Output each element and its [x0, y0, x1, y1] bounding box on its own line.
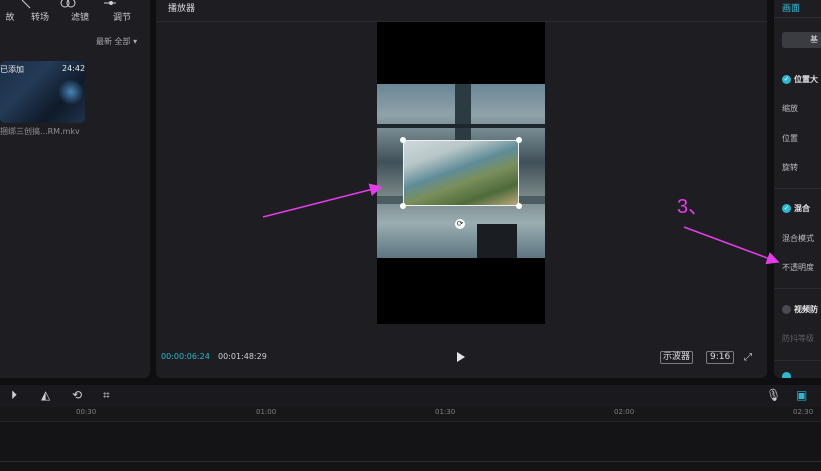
stabilize-checkbox[interactable] [782, 305, 791, 314]
tab-picture[interactable]: 画面 [782, 1, 800, 14]
media-panel: 故 转场 滤镜 调节 最新 全部 ▾ 已添加 24:42 捆绑三创搞...RM.… [0, 0, 150, 378]
video-detail [455, 84, 471, 144]
label-position: 位置 [782, 134, 798, 143]
clip-duration: 24:42 [62, 64, 86, 73]
next-section-checkbox[interactable] [782, 372, 791, 378]
label-opacity: 不透明度 [782, 263, 814, 272]
current-time: 00:00:06:24 [161, 352, 210, 361]
section-stabilize: 视频防 [794, 305, 818, 314]
section-blend: 混合 [794, 204, 810, 213]
video-detail [377, 124, 545, 128]
timeline-tick: 02:30 [793, 408, 814, 416]
adjust-icon [104, 1, 116, 5]
waveform-button[interactable]: 示波器 [660, 351, 694, 364]
label-scale: 缩放 [782, 104, 798, 113]
thumbnail-glow [58, 79, 84, 105]
filter-label[interactable]: 全部 [115, 37, 131, 46]
video-detail [477, 224, 517, 258]
total-time: 00:01:48:29 [218, 352, 267, 361]
mirror-icon[interactable]: ◭ [41, 388, 50, 402]
timeline-track-area[interactable] [0, 422, 821, 471]
chevron-down-icon: ▾ [133, 37, 138, 46]
auto-snap-icon[interactable]: ▣ [796, 388, 807, 402]
freeze-frame-icon[interactable]: ⏵ [11, 388, 17, 403]
tab-basic[interactable]: 基 [782, 32, 821, 48]
sort-label[interactable]: 最新 [96, 37, 112, 46]
timeline-tick: 01:00 [256, 408, 277, 416]
filter-icon [60, 0, 76, 8]
tool-adjust-label: 调节 [112, 13, 131, 23]
pip-overlay-video[interactable] [403, 140, 519, 206]
resize-handle[interactable] [516, 203, 522, 209]
resize-handle[interactable] [516, 137, 522, 143]
tool-filter-label: 滤镜 [70, 13, 89, 23]
section-position: 位置大 [794, 75, 818, 84]
clip-filename: 捆绑三创搞...RM.mkv [0, 127, 80, 136]
timeline-tick: 01:30 [435, 408, 456, 416]
play-button[interactable] [456, 351, 466, 363]
track-divider [0, 461, 821, 462]
tool-media-label: 故 [5, 13, 15, 23]
tool-transition[interactable]: 转场 [20, 0, 60, 23]
section-divider [774, 188, 821, 189]
label-stabilize-level: 防抖等级 [782, 334, 814, 343]
sort-filter-row[interactable]: 最新 全部 ▾ [96, 36, 137, 47]
blend-enabled-checkbox[interactable]: ✓ [782, 204, 791, 213]
fullscreen-icon[interactable]: ⤢ [744, 352, 752, 363]
player-panel: 播放器 ⟳ 00:00:06:24 00:01:48:29 示波器 9:16 ⤢ [156, 0, 767, 378]
section-divider [774, 360, 821, 361]
tool-filter[interactable]: 滤镜 [60, 0, 100, 23]
transition-icon [21, 0, 31, 9]
annotation-step-label: 3、 [677, 196, 709, 218]
resize-handle[interactable] [400, 203, 406, 209]
tool-transition-label: 转场 [30, 13, 49, 23]
resize-handle[interactable] [400, 137, 406, 143]
microphone-icon[interactable]: 🎙︎ [766, 388, 781, 402]
timeline-tick: 00:30 [76, 408, 97, 416]
timeline-toolbar [0, 385, 821, 407]
crop-icon[interactable]: ⌗ [103, 388, 110, 403]
aspect-ratio-button[interactable]: 9:16 [706, 351, 735, 364]
properties-panel: 画面 基 ✓ 位置大 缩放 位置 旋转 ✓ 混合 混合模式 不透明度 视频防 防… [774, 0, 821, 378]
label-blend-mode: 混合模式 [782, 234, 814, 243]
clip-added-badge: 已添加 [0, 65, 24, 74]
rotate-handle-icon[interactable]: ⟳ [455, 219, 465, 229]
timeline-tick: 02:00 [614, 408, 635, 416]
rotate-icon[interactable]: ⟲ [72, 388, 82, 402]
label-rotate: 旋转 [782, 163, 798, 172]
tool-adjust[interactable]: 调节 [102, 0, 142, 23]
section-divider [774, 288, 821, 289]
position-enabled-checkbox[interactable]: ✓ [782, 75, 791, 84]
player-title: 播放器 [168, 4, 196, 14]
tab-divider [774, 17, 821, 18]
timeline-ruler[interactable] [0, 407, 821, 422]
